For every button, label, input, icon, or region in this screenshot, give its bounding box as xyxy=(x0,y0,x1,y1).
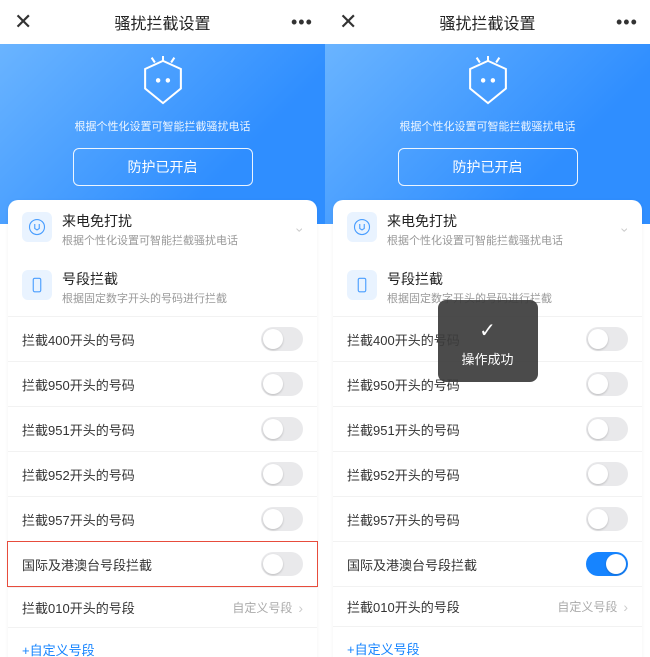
page-title: 骚扰拦截设置 xyxy=(359,10,616,34)
hand-icon xyxy=(347,212,377,242)
block-row-957: 拦截957开头的号码 xyxy=(8,496,317,541)
chevron-down-icon: › xyxy=(293,228,309,233)
toggle-951[interactable] xyxy=(261,417,303,441)
block-row-intl: 国际及港澳台号段拦截 xyxy=(7,541,318,587)
check-icon: ✓ xyxy=(460,318,516,343)
chevron-down-icon: › xyxy=(618,228,634,233)
topbar: ✕ 骚扰拦截设置 ••• xyxy=(325,0,650,44)
dnd-desc: 根据个性化设置可智能拦截骚扰电话 xyxy=(62,232,238,248)
dnd-title: 来电免打扰 xyxy=(387,212,563,230)
settings-card: 来电免打扰 根据个性化设置可智能拦截骚扰电话 › 号段拦截 根据固定数字开头的号… xyxy=(8,200,317,657)
block-section: 号段拦截 根据固定数字开头的号码进行拦截 xyxy=(8,258,317,316)
hero-banner: 根据个性化设置可智能拦截骚扰电话 防护已开启 xyxy=(325,44,650,224)
toggle-957[interactable] xyxy=(586,507,628,531)
block-title: 号段拦截 xyxy=(62,270,227,288)
toggle-400[interactable] xyxy=(261,327,303,351)
block-row-951: 拦截951开头的号码 xyxy=(333,406,642,451)
chevron-right-icon: › xyxy=(298,600,303,616)
add-custom-link[interactable]: +自定义号段 xyxy=(333,626,642,657)
hero-subtitle: 根据个性化设置可智能拦截骚扰电话 xyxy=(325,118,650,134)
toast-text: 操作成功 xyxy=(460,349,516,368)
hand-icon xyxy=(22,212,52,242)
protection-status-button[interactable]: 防护已开启 xyxy=(73,148,253,186)
toggle-intl[interactable] xyxy=(586,552,628,576)
success-toast: ✓ 操作成功 xyxy=(438,300,538,382)
toggle-950[interactable] xyxy=(261,372,303,396)
toggle-957[interactable] xyxy=(261,507,303,531)
toggle-951[interactable] xyxy=(586,417,628,441)
more-icon[interactable]: ••• xyxy=(291,12,311,33)
dnd-section[interactable]: 来电免打扰 根据个性化设置可智能拦截骚扰电话 › xyxy=(333,200,642,258)
dnd-desc: 根据个性化设置可智能拦截骚扰电话 xyxy=(387,232,563,248)
settings-card: 来电免打扰 根据个性化设置可智能拦截骚扰电话 › 号段拦截 根据固定数字开头的号… xyxy=(333,200,642,657)
hero-banner: 根据个性化设置可智能拦截骚扰电话 防护已开启 xyxy=(0,44,325,224)
screen-after: ✕ 骚扰拦截设置 ••• 根据个性化设置可智能拦截骚扰电话 防护已开启 来电免打… xyxy=(325,0,650,657)
shield-icon xyxy=(137,56,189,108)
block-desc: 根据固定数字开头的号码进行拦截 xyxy=(62,290,227,306)
block-row-400: 拦截400开头的号码 xyxy=(8,316,317,361)
more-icon[interactable]: ••• xyxy=(616,12,636,33)
close-icon[interactable]: ✕ xyxy=(339,9,359,35)
shield-icon xyxy=(462,56,514,108)
toggle-952[interactable] xyxy=(261,462,303,486)
dnd-title: 来电免打扰 xyxy=(62,212,238,230)
protection-status-button[interactable]: 防护已开启 xyxy=(398,148,578,186)
hero-subtitle: 根据个性化设置可智能拦截骚扰电话 xyxy=(0,118,325,134)
block-row-950: 拦截950开头的号码 xyxy=(8,361,317,406)
block-row-952: 拦截952开头的号码 xyxy=(8,451,317,496)
block-row-951: 拦截951开头的号码 xyxy=(8,406,317,451)
toggle-950[interactable] xyxy=(586,372,628,396)
custom-row-010[interactable]: 拦截010开头的号段 自定义号段 › xyxy=(333,586,642,626)
dnd-section[interactable]: 来电免打扰 根据个性化设置可智能拦截骚扰电话 › xyxy=(8,200,317,258)
toggle-400[interactable] xyxy=(586,327,628,351)
block-row-957: 拦截957开头的号码 xyxy=(333,496,642,541)
block-title: 号段拦截 xyxy=(387,270,552,288)
add-custom-link[interactable]: +自定义号段 xyxy=(8,627,317,657)
phone-block-icon xyxy=(22,270,52,300)
chevron-right-icon: › xyxy=(623,599,628,615)
topbar: ✕ 骚扰拦截设置 ••• xyxy=(0,0,325,44)
block-row-intl: 国际及港澳台号段拦截 xyxy=(333,541,642,586)
toggle-952[interactable] xyxy=(586,462,628,486)
block-row-952: 拦截952开头的号码 xyxy=(333,451,642,496)
screen-before: ✕ 骚扰拦截设置 ••• 根据个性化设置可智能拦截骚扰电话 防护已开启 来电免打… xyxy=(0,0,325,657)
close-icon[interactable]: ✕ xyxy=(14,9,34,35)
page-title: 骚扰拦截设置 xyxy=(34,10,291,34)
custom-row-010[interactable]: 拦截010开头的号段 自定义号段 › xyxy=(8,587,317,627)
toggle-intl[interactable] xyxy=(261,552,303,576)
phone-block-icon xyxy=(347,270,377,300)
